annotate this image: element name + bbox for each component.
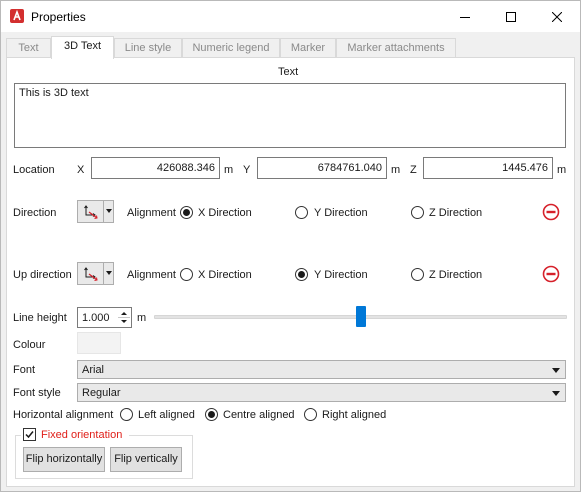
minimize-icon xyxy=(460,16,470,18)
font-label: Font xyxy=(13,364,36,376)
direction-alignment-label: Alignment xyxy=(127,207,176,219)
line-height-label: Line height xyxy=(13,312,67,324)
tab-panel-3d-text: Text This is 3D text Location X 426088.3… xyxy=(6,57,575,487)
direction-x-radio[interactable] xyxy=(180,206,193,219)
up-direction-label: Up direction xyxy=(13,269,72,281)
dropdown-arrow-icon xyxy=(106,271,112,275)
direction-z-label: Z Direction xyxy=(429,207,483,219)
line-height-slider-thumb[interactable] xyxy=(355,306,366,327)
spinner-arrows-icon[interactable] xyxy=(118,309,130,326)
maximize-icon xyxy=(506,11,516,22)
properties-window: Properties Text 3D Text Line style Numer… xyxy=(0,0,581,492)
horizontal-alignment-label: Horizontal alignment xyxy=(13,409,114,421)
align-centre-radio[interactable] xyxy=(205,408,218,421)
tab-line-style[interactable]: Line style xyxy=(114,38,182,58)
direction-label: Direction xyxy=(13,207,57,219)
dropdown-arrow-icon xyxy=(552,368,560,373)
location-x-field[interactable]: 426088.346 xyxy=(91,157,220,179)
fixed-orientation-checkbox[interactable] xyxy=(23,428,36,441)
text-input[interactable]: This is 3D text xyxy=(14,83,566,148)
align-right-radio[interactable] xyxy=(304,408,317,421)
close-icon xyxy=(552,11,562,22)
direction-picker[interactable] xyxy=(77,200,114,223)
font-style-label: Font style xyxy=(13,387,61,399)
font-style-value: Regular xyxy=(82,387,121,399)
tab-marker-attachments[interactable]: Marker attachments xyxy=(336,38,456,58)
line-height-spinner[interactable]: 1.000 xyxy=(77,307,132,328)
window-title: Properties xyxy=(31,10,86,24)
font-value: Arial xyxy=(82,364,105,376)
direction-x-label: X Direction xyxy=(198,207,252,219)
title-bar: Properties xyxy=(1,1,580,32)
tab-marker[interactable]: Marker xyxy=(280,38,336,58)
align-right-label: Right aligned xyxy=(322,409,387,421)
up-direction-alignment-label: Alignment xyxy=(127,269,176,281)
colour-swatch[interactable] xyxy=(77,332,121,354)
up-direction-y-label: Y Direction xyxy=(314,269,368,281)
up-direction-x-label: X Direction xyxy=(198,269,252,281)
checkmark-icon xyxy=(25,431,34,439)
align-left-label: Left aligned xyxy=(138,409,195,421)
location-z-field[interactable]: 1445.476 xyxy=(423,157,553,179)
up-direction-picker[interactable] xyxy=(77,262,114,285)
flip-vertically-button[interactable]: Flip vertically xyxy=(110,447,182,472)
remove-direction-icon[interactable] xyxy=(542,203,560,221)
font-dropdown[interactable]: Arial xyxy=(77,360,566,379)
text-heading: Text xyxy=(278,66,299,78)
dropdown-arrow-icon xyxy=(552,391,560,396)
font-style-dropdown[interactable]: Regular xyxy=(77,383,566,402)
up-direction-z-label: Z Direction xyxy=(429,269,483,281)
location-y-label: Y xyxy=(243,164,251,176)
location-label: Location xyxy=(13,164,55,176)
maximize-button[interactable] xyxy=(488,1,534,32)
close-button[interactable] xyxy=(534,1,580,32)
location-z-unit: m xyxy=(557,164,567,176)
up-direction-z-radio[interactable] xyxy=(411,268,424,281)
location-y-unit: m xyxy=(391,164,401,176)
direction-z-radio[interactable] xyxy=(411,206,424,219)
tab-3d-text[interactable]: 3D Text xyxy=(51,36,114,59)
align-centre-label: Centre aligned xyxy=(223,409,295,421)
location-x-unit: m xyxy=(224,164,234,176)
direction-y-radio[interactable] xyxy=(295,206,308,219)
direction-y-label: Y Direction xyxy=(314,207,368,219)
flip-horizontally-button[interactable]: Flip horizontally xyxy=(23,447,105,472)
colour-label: Colour xyxy=(13,339,46,351)
line-height-value: 1.000 xyxy=(82,312,110,324)
app-logo-icon xyxy=(10,9,24,23)
remove-up-direction-icon[interactable] xyxy=(542,265,560,283)
minimize-button[interactable] xyxy=(442,1,488,32)
axis-direction-icon xyxy=(84,267,98,281)
dropdown-arrow-icon xyxy=(106,209,112,213)
tab-numeric-legend[interactable]: Numeric legend xyxy=(182,38,280,58)
up-direction-y-radio[interactable] xyxy=(295,268,308,281)
align-left-radio[interactable] xyxy=(120,408,133,421)
tab-text[interactable]: Text xyxy=(6,38,51,58)
up-direction-x-radio[interactable] xyxy=(180,268,193,281)
location-z-label: Z xyxy=(410,164,417,176)
line-height-unit: m xyxy=(137,312,147,324)
location-y-field[interactable]: 6784761.040 xyxy=(257,157,387,179)
fixed-orientation-label: Fixed orientation xyxy=(41,429,123,441)
location-x-label: X xyxy=(77,164,85,176)
axis-direction-icon xyxy=(84,205,98,219)
